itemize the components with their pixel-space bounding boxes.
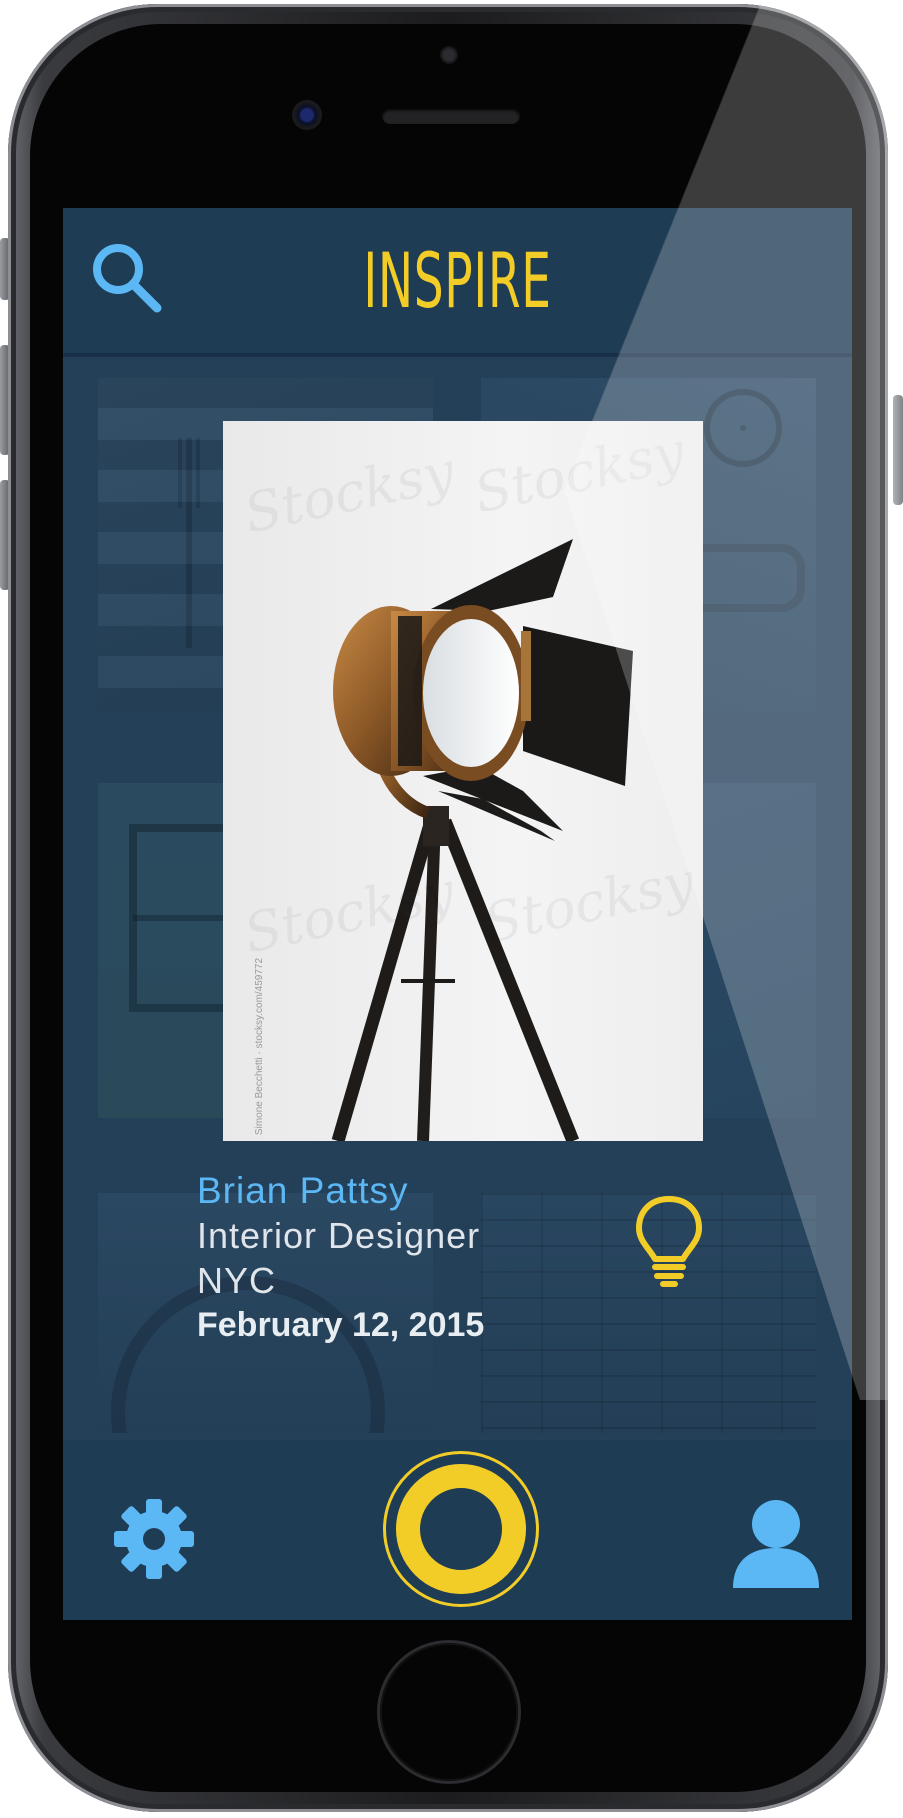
bottom-bar <box>63 1440 852 1620</box>
featured-photo[interactable]: Stocksy Stocksy Stocksy Stocksy Simone B… <box>223 421 703 1141</box>
inspire-button[interactable] <box>633 1193 705 1289</box>
author-role: Interior Designer <box>197 1215 481 1256</box>
earpiece-speaker <box>382 108 520 124</box>
top-bar: INSPIRE <box>63 208 852 357</box>
profile-button[interactable] <box>731 1498 821 1588</box>
device-mockup: INSPIRE Stocksy Stocksy Stocksy Stocksy … <box>0 0 903 1818</box>
proximity-sensor <box>440 46 458 64</box>
lightbulb-icon <box>636 1196 702 1287</box>
power-button <box>893 395 903 505</box>
photo-credit: Simone Becchetti · stocksy.com/459772 <box>254 957 266 1136</box>
author-name[interactable]: Brian Pattsy <box>197 1168 484 1213</box>
settings-button[interactable] <box>113 1498 195 1580</box>
app-title: INSPIRE <box>363 236 552 325</box>
app-screen: INSPIRE Stocksy Stocksy Stocksy Stocksy … <box>63 208 852 1620</box>
search-button[interactable] <box>87 238 167 318</box>
gear-icon <box>114 1499 194 1579</box>
post-info: Brian Pattsy Interior Designer NYC Febru… <box>197 1168 484 1348</box>
post-date: February 12, 2015 <box>197 1306 485 1344</box>
author-city: NYC <box>197 1260 277 1301</box>
front-camera <box>292 100 322 130</box>
home-button[interactable] <box>380 1643 518 1781</box>
capture-ring-icon <box>396 1464 526 1594</box>
user-icon <box>733 1500 819 1588</box>
capture-button[interactable] <box>383 1451 539 1607</box>
search-icon <box>93 244 162 313</box>
